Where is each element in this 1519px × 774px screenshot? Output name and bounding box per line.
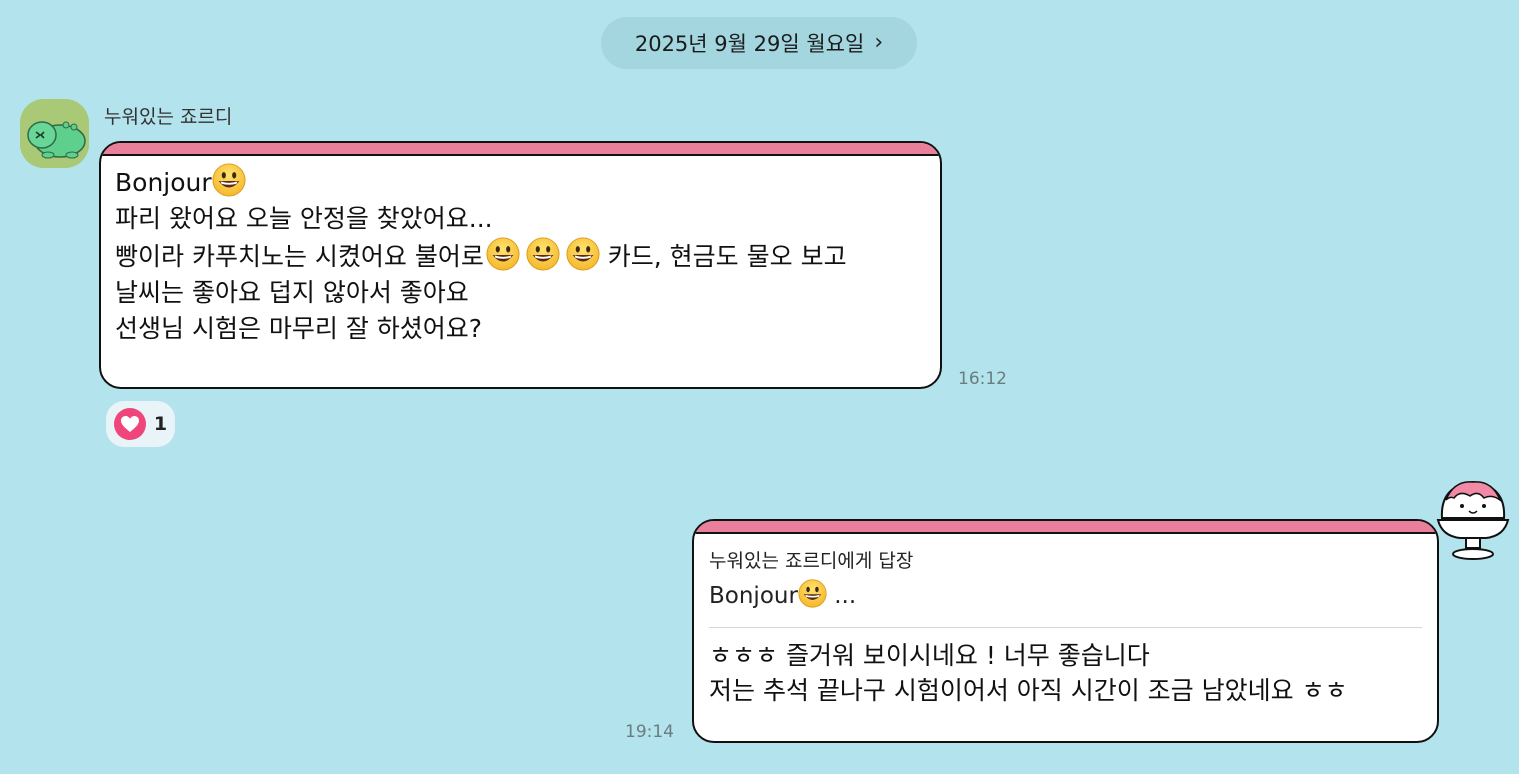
message-line: 저는 추석 끝나구 시험이어서 아직 시간이 조금 남았네요 ㅎㅎ xyxy=(709,676,1348,705)
grinning-emoji-icon xyxy=(526,237,560,271)
grinning-emoji-icon xyxy=(566,237,600,271)
sender-name: 누워있는 죠르디 xyxy=(104,106,233,128)
message-line: 파리 왔어요 오늘 안정을 찾았어요... xyxy=(115,204,493,233)
message-timestamp: 19:14 xyxy=(625,722,674,742)
chevron-right-icon: › xyxy=(874,30,884,55)
message-line: 카드, 현금도 물오 보고 xyxy=(599,242,847,271)
date-label: 2025년 9월 29일 월요일 xyxy=(634,32,865,56)
jordy-avatar-icon xyxy=(20,99,89,168)
message-line: 날씨는 좋아요 덥지 않아서 좋아요 xyxy=(115,278,469,307)
reply-quote[interactable]: Bonjour ... xyxy=(694,573,1437,609)
grinning-emoji-icon xyxy=(486,237,520,271)
shaved-ice-avatar-icon xyxy=(1436,480,1510,560)
bubble-accent-bar xyxy=(101,143,940,156)
reaction-count: 1 xyxy=(153,413,168,435)
quote-ellipsis: ... xyxy=(826,583,857,609)
grinning-emoji-icon xyxy=(798,579,827,608)
incoming-message-text: Bonjour 파리 왔어요 오늘 안정을 찾았어요... 빵이라 카푸치노는 … xyxy=(101,156,940,347)
message-line: 선생님 시험은 마무리 잘 하셨어요? xyxy=(115,314,483,343)
date-header[interactable]: 2025년 9월 29일 월요일 › xyxy=(601,17,917,69)
message-line: 빵이라 카푸치노는 시켰어요 불어로 xyxy=(115,242,484,271)
message-line: Bonjour xyxy=(115,168,212,197)
message-line: ㅎㅎㅎ 즐거워 보이시네요 ! 너무 좋습니다 xyxy=(709,641,1150,670)
heart-icon xyxy=(113,408,146,440)
incoming-message-bubble[interactable]: Bonjour 파리 왔어요 오늘 안정을 찾았어요... 빵이라 카푸치노는 … xyxy=(99,141,942,389)
my-avatar[interactable] xyxy=(1434,476,1512,562)
outgoing-message-text: ㅎㅎㅎ 즐거워 보이시네요 ! 너무 좋습니다 저는 추석 끝나구 시험이어서 … xyxy=(694,628,1437,708)
grinning-emoji-icon xyxy=(212,163,246,197)
sender-avatar[interactable] xyxy=(20,99,89,168)
quote-text: Bonjour xyxy=(709,583,798,609)
bubble-accent-bar xyxy=(694,521,1437,534)
message-timestamp: 16:12 xyxy=(958,369,1007,389)
outgoing-reply-bubble[interactable]: 누워있는 죠르디에게 답장 Bonjour ... ㅎㅎㅎ 즐거워 보이시네요 … xyxy=(692,519,1439,743)
reply-target-label: 누워있는 죠르디에게 답장 xyxy=(709,550,914,572)
heart-reaction[interactable]: 1 xyxy=(106,401,175,447)
